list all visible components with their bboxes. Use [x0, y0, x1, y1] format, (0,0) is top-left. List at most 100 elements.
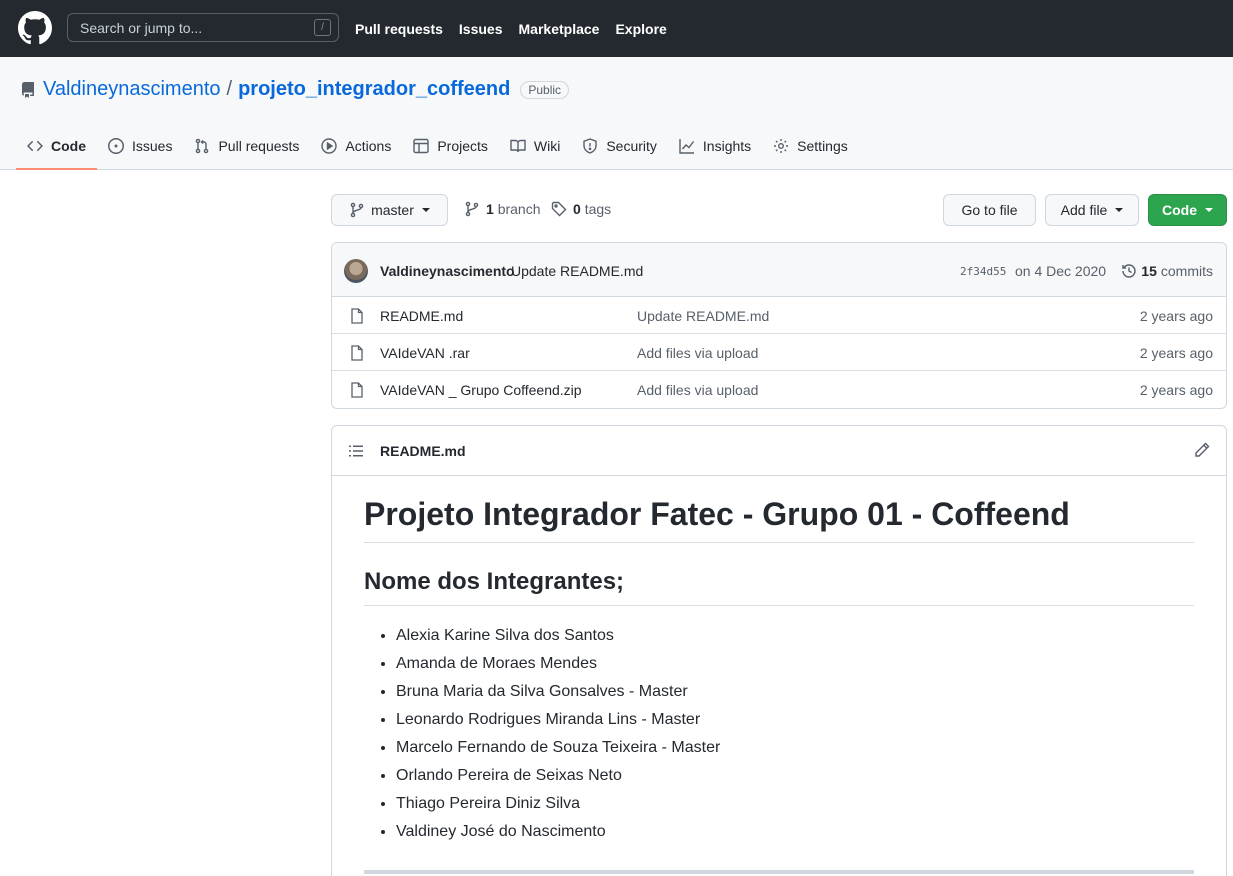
- branches-link[interactable]: 1 branch: [464, 201, 541, 217]
- file-name-link[interactable]: VAIdeVAN .rar: [380, 345, 470, 361]
- tag-count: 0: [573, 201, 581, 217]
- tab-projects-label: Projects: [437, 137, 488, 154]
- repo-tabs: Code Issues Pull requests Actions Projec…: [16, 121, 859, 170]
- search-placeholder: Search or jump to...: [80, 19, 203, 36]
- list-item: Leonardo Rodrigues Miranda Lins - Master: [396, 706, 1194, 734]
- list-item: Thiago Pereira Diniz Silva: [396, 790, 1194, 818]
- file-icon: [351, 345, 363, 361]
- play-icon: [321, 137, 338, 154]
- code-icon: [27, 140, 43, 151]
- commits-link[interactable]: 15 commits: [1121, 263, 1213, 279]
- branch-select-button[interactable]: master: [331, 194, 448, 226]
- git-branch-icon: [350, 202, 364, 218]
- tab-security-label: Security: [606, 137, 657, 154]
- table-icon: [413, 138, 430, 153]
- visibility-badge: Public: [520, 80, 570, 99]
- tab-code-label: Code: [51, 137, 86, 154]
- tab-settings[interactable]: Settings: [762, 121, 859, 170]
- history-icon: [1122, 264, 1136, 278]
- avatar[interactable]: [344, 259, 368, 283]
- repo-icon: [21, 82, 34, 98]
- add-file-button[interactable]: Add file: [1045, 194, 1139, 226]
- tab-issues-label: Issues: [132, 137, 173, 154]
- shield-icon: [583, 137, 598, 154]
- tab-issues[interactable]: Issues: [97, 121, 183, 170]
- file-listing: Valdineynascimento Update README.md 2f34…: [331, 242, 1227, 409]
- code-button-label: Code: [1162, 202, 1197, 218]
- file-commit-message-link[interactable]: Update README.md: [637, 308, 769, 324]
- nav-pull-requests[interactable]: Pull requests: [355, 21, 443, 37]
- nav-explore[interactable]: Explore: [615, 21, 666, 37]
- file-commit-message-link[interactable]: Add files via upload: [637, 345, 758, 361]
- readme-content: Projeto Integrador Fatec - Grupo 01 - Co…: [332, 476, 1226, 874]
- repo-title-separator: /: [226, 78, 233, 100]
- branch-name: master: [371, 202, 414, 218]
- readme-subtitle: Nome dos Integrantes;: [364, 567, 1194, 606]
- commit-message-link[interactable]: Update README.md: [511, 263, 643, 279]
- file-icon: [351, 382, 363, 398]
- tab-security[interactable]: Security: [571, 121, 668, 170]
- latest-commit-row: Valdineynascimento Update README.md 2f34…: [332, 243, 1226, 297]
- issue-icon: [108, 137, 124, 154]
- nav-marketplace[interactable]: Marketplace: [519, 21, 600, 37]
- tags-link[interactable]: 0 tags: [551, 201, 611, 217]
- code-dropdown-button[interactable]: Code: [1148, 194, 1227, 226]
- tab-wiki-label: Wiki: [533, 137, 561, 154]
- commit-date: on 4 Dec 2020: [1015, 263, 1107, 279]
- list-item: Alexia Karine Silva dos Santos: [396, 622, 1194, 650]
- tab-code[interactable]: Code: [16, 121, 97, 170]
- file-name-link[interactable]: VAIdeVAN _ Grupo Coffeend.zip: [380, 382, 582, 398]
- commit-author-link[interactable]: Valdineynascimento: [380, 263, 515, 279]
- chevron-down-icon: [1205, 208, 1213, 212]
- github-logo-icon[interactable]: [18, 11, 52, 45]
- list-item: Marcelo Fernando de Souza Teixeira - Mas…: [396, 734, 1194, 762]
- tab-projects[interactable]: Projects: [402, 121, 499, 170]
- readme-title: Projeto Integrador Fatec - Grupo 01 - Co…: [364, 494, 1194, 543]
- file-age: 2 years ago: [1139, 382, 1213, 398]
- tab-pull-requests-label: Pull requests: [218, 137, 300, 154]
- readme-panel: README.md Projeto Integrador Fatec - Gru…: [331, 425, 1227, 876]
- search-shortcut-key: /: [314, 19, 331, 36]
- pull-request-icon: [196, 138, 209, 153]
- tab-actions[interactable]: Actions: [310, 121, 402, 170]
- file-icon: [351, 308, 363, 324]
- readme-header: README.md: [332, 426, 1226, 476]
- divider: [364, 870, 1194, 874]
- add-file-label: Add file: [1060, 202, 1108, 218]
- repo-name-link[interactable]: projeto_integrador_coffeend: [238, 78, 510, 101]
- branch-label: branch: [497, 201, 541, 217]
- branch-count: 1: [486, 201, 494, 217]
- tag-label: tags: [584, 201, 612, 217]
- global-header: Search or jump to... / Pull requests Iss…: [0, 0, 1233, 57]
- file-name-link[interactable]: README.md: [380, 308, 463, 324]
- list-unordered-icon[interactable]: [348, 443, 364, 459]
- table-row: VAIdeVAN _ Grupo Coffeend.zip Add files …: [332, 371, 1226, 408]
- global-nav: Pull requests Issues Marketplace Explore: [355, 0, 667, 57]
- book-icon: [510, 139, 526, 152]
- chevron-down-icon: [1115, 208, 1124, 212]
- search-input[interactable]: Search or jump to... /: [67, 13, 339, 42]
- tab-insights-label: Insights: [702, 137, 752, 154]
- pencil-icon[interactable]: [1194, 442, 1210, 458]
- list-item: Bruna Maria da Silva Gonsalves - Master: [396, 678, 1194, 706]
- table-row: VAIdeVAN .rar Add files via upload 2 yea…: [332, 334, 1226, 371]
- chevron-down-icon: [421, 208, 430, 212]
- tab-pull-requests[interactable]: Pull requests: [183, 121, 310, 170]
- tab-wiki[interactable]: Wiki: [499, 121, 571, 170]
- members-list: Alexia Karine Silva dos Santos Amanda de…: [364, 622, 1194, 846]
- tab-insights[interactable]: Insights: [668, 121, 762, 170]
- file-commit-message-link[interactable]: Add files via upload: [637, 382, 758, 398]
- repo-owner-link[interactable]: Valdineynascimento: [43, 78, 221, 101]
- graph-icon: [679, 138, 694, 154]
- tag-icon: [551, 201, 567, 217]
- list-item: Valdiney José do Nascimento: [396, 818, 1194, 846]
- readme-filename-link[interactable]: README.md: [380, 443, 466, 459]
- commit-sha-link[interactable]: 2f34d55: [960, 265, 1006, 278]
- go-to-file-label: Go to file: [961, 202, 1018, 218]
- gear-icon: [774, 138, 789, 153]
- tab-actions-label: Actions: [345, 137, 392, 154]
- list-item: Amanda de Moraes Mendes: [396, 650, 1194, 678]
- nav-issues[interactable]: Issues: [459, 21, 503, 37]
- file-age: 2 years ago: [1139, 345, 1213, 361]
- go-to-file-button[interactable]: Go to file: [943, 194, 1036, 226]
